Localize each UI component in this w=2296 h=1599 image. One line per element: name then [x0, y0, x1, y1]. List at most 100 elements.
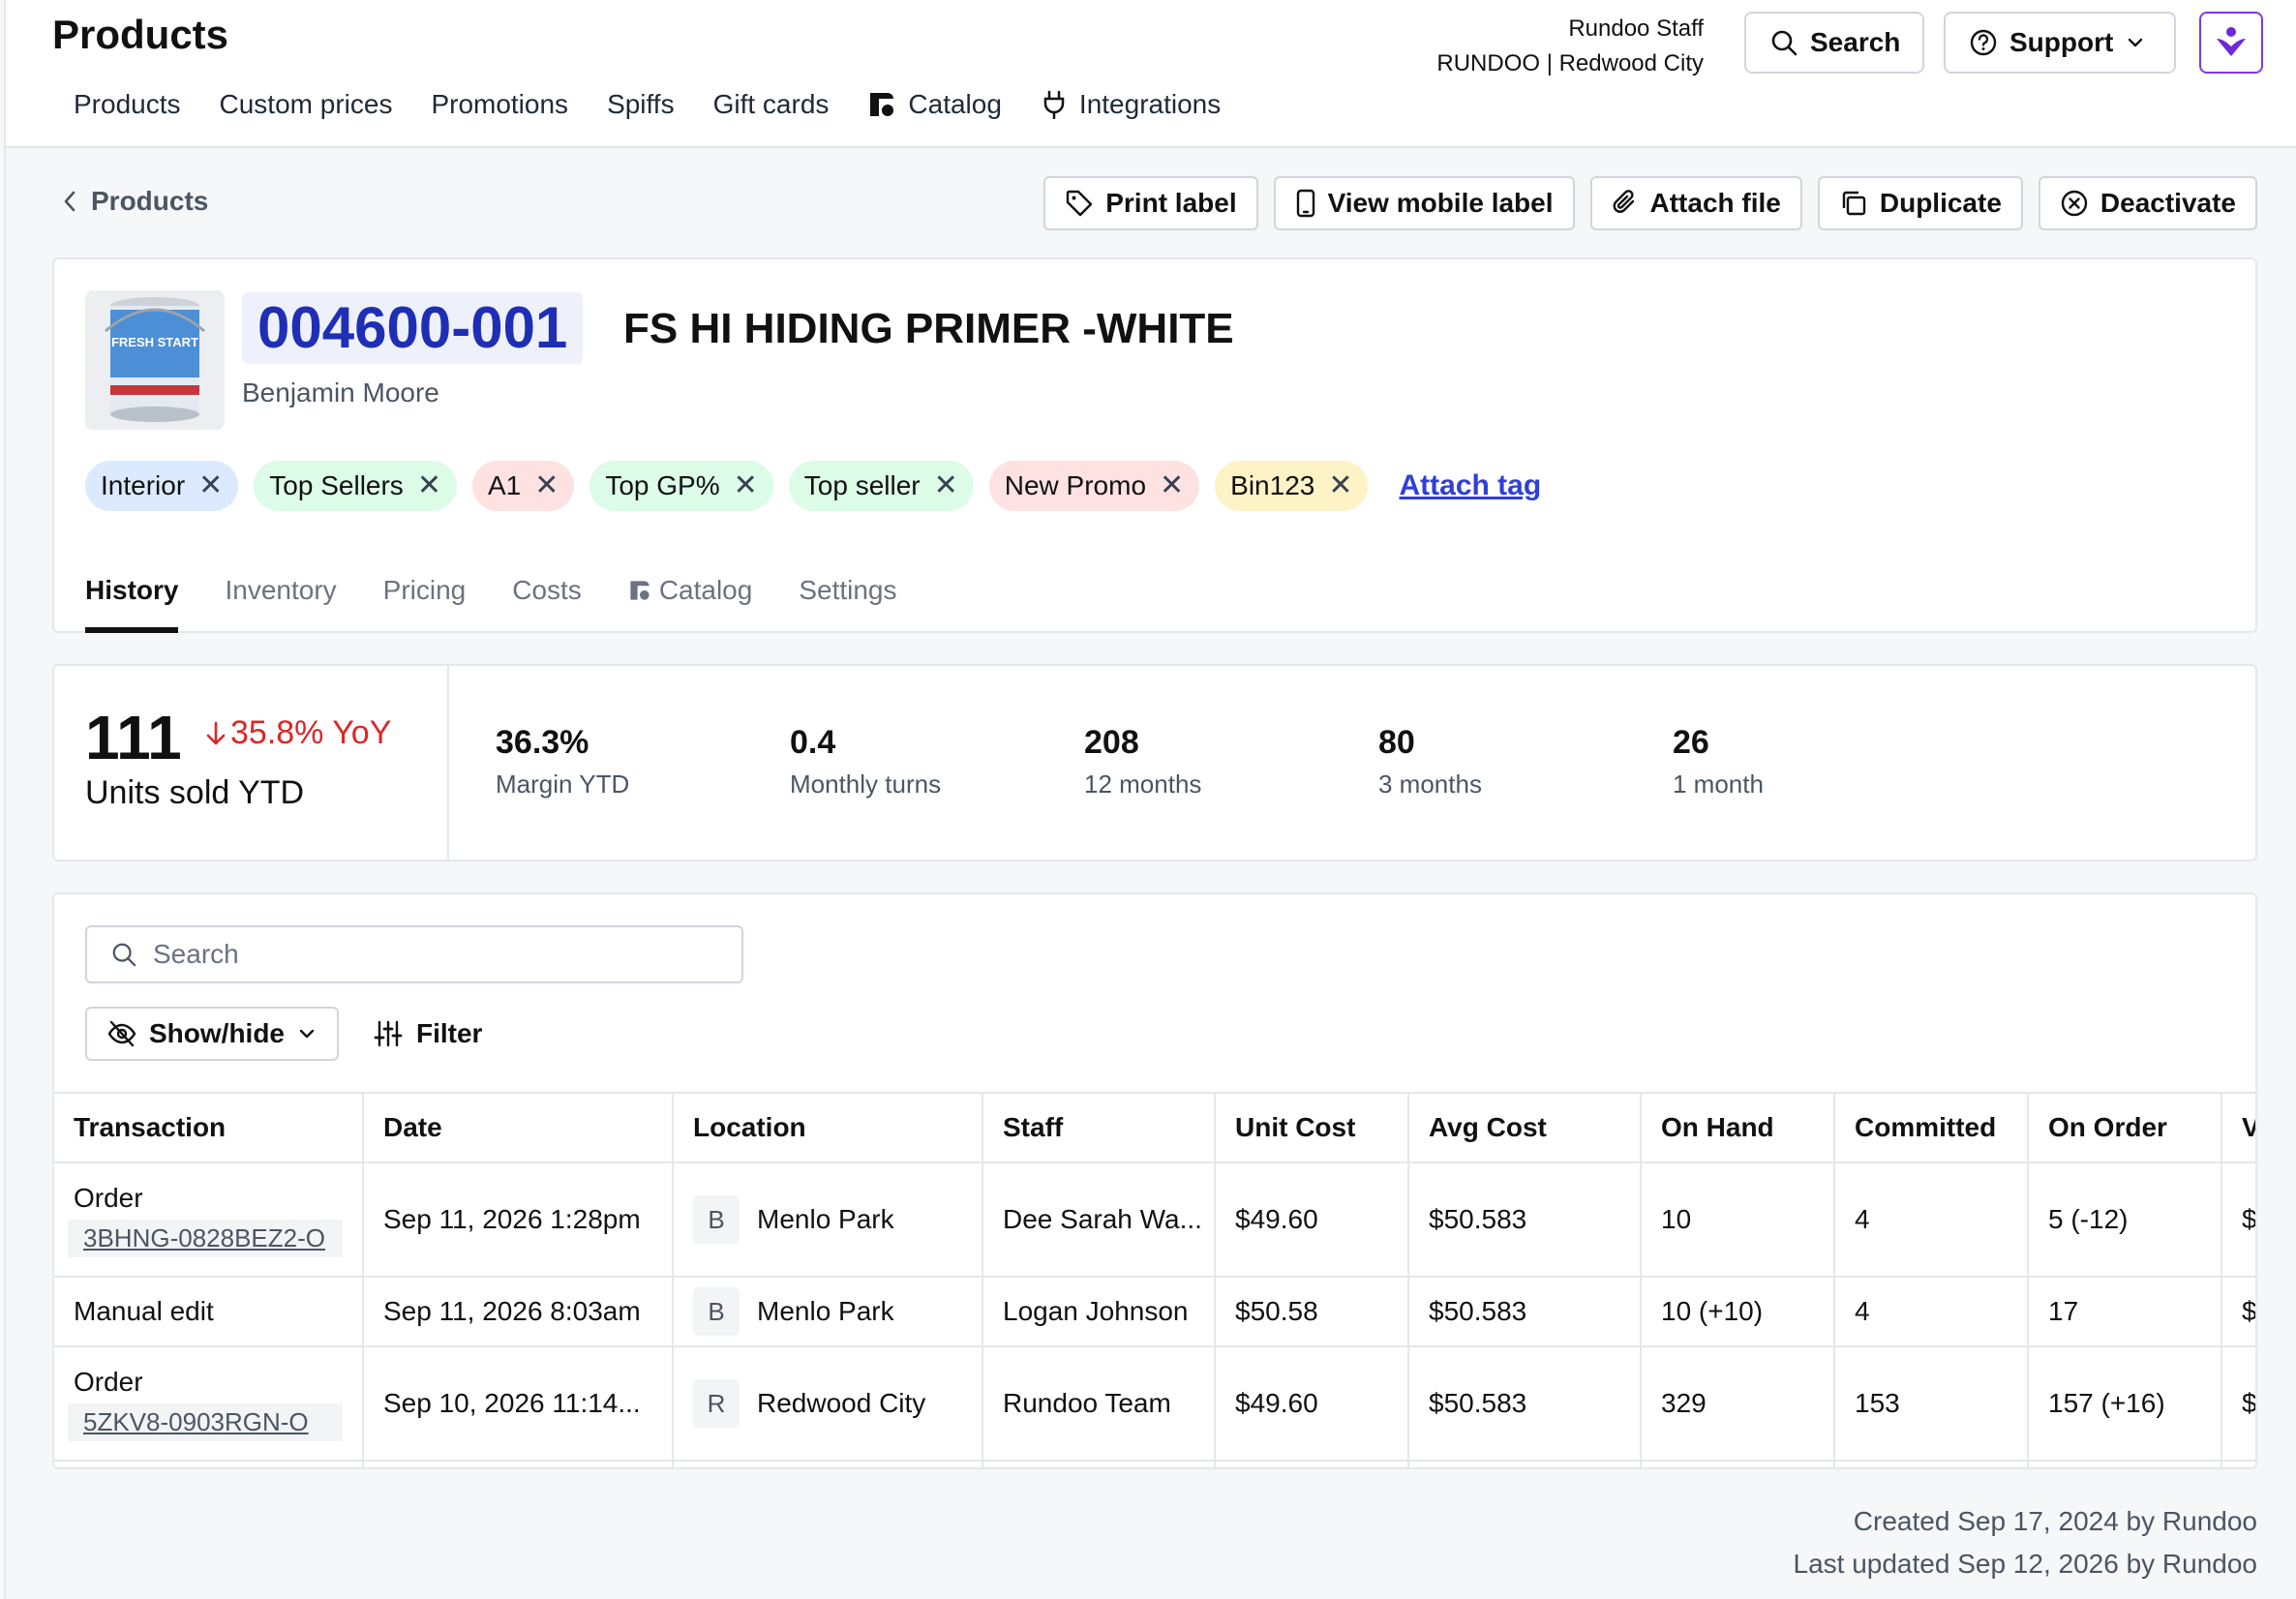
filter-button[interactable]: Filter [374, 1007, 482, 1061]
updated-info: Last updated Sep 12, 2026 by Rundoo [1793, 1549, 2258, 1579]
cell-transaction: Manual edit [54, 1278, 364, 1345]
remove-tag-icon[interactable]: ✕ [734, 471, 758, 500]
nav-label: Gift cards [712, 89, 830, 119]
table-row[interactable]: Manual edit Sep 11, 2026 8:03am B Menlo … [54, 1276, 2255, 1345]
chevron-down-icon [296, 1023, 317, 1044]
column-header-unit-cost[interactable]: Unit Cost [1216, 1094, 1409, 1162]
history-table-card: Search Show/hide Filter Transaction Date… [52, 892, 2257, 1469]
cell-staff: Rundoo Team [983, 1347, 1216, 1460]
nav-custom-prices[interactable]: Custom prices [200, 85, 412, 124]
table-search-input[interactable]: Search [85, 925, 743, 983]
tab-label: Settings [799, 575, 897, 605]
tab-label: Pricing [382, 575, 467, 605]
stat-value: 26 [1673, 724, 1709, 761]
tab-settings[interactable]: Settings [799, 561, 896, 619]
support-button[interactable]: Support [1944, 12, 2176, 74]
created-info: Created Sep 17, 2024 by Rundoo [1853, 1506, 2257, 1536]
deactivate-button[interactable]: Deactivate [2038, 176, 2257, 230]
remove-tag-icon[interactable]: ✕ [534, 471, 559, 500]
column-header-location[interactable]: Location [674, 1094, 983, 1162]
cell-committed: 4 [1835, 1163, 2029, 1276]
order-link[interactable]: 3BHNG-0828BEZ2-O [68, 1219, 343, 1257]
cell-date: Sep 11, 2026 8:03am [364, 1278, 674, 1345]
location-badge: B [693, 1287, 740, 1336]
remove-tag-icon[interactable]: ✕ [934, 471, 958, 500]
location-name: Menlo Park [757, 1204, 894, 1234]
sliders-icon [374, 1019, 403, 1048]
stat-value: 80 [1378, 724, 1415, 761]
remove-tag-icon[interactable]: ✕ [198, 471, 223, 500]
tab-costs[interactable]: Costs [512, 561, 582, 619]
main-nav: Products Custom prices Promotions Spiffs… [54, 85, 1240, 124]
app-title: Products [52, 12, 229, 57]
tag-chip: A1 ✕ [471, 461, 575, 511]
remove-tag-icon[interactable]: ✕ [1328, 471, 1352, 500]
show-hide-columns-button[interactable]: Show/hide [85, 1007, 339, 1061]
cell-on-order: 17 [2029, 1278, 2222, 1345]
transaction-type: Manual edit [74, 1296, 214, 1326]
product-tabs: History Inventory Pricing Costs Catalog … [85, 561, 897, 635]
nav-catalog[interactable]: Catalog [848, 85, 1021, 124]
view-mobile-label-button[interactable]: View mobile label [1273, 176, 1575, 230]
column-header-avg-cost[interactable]: Avg Cost [1409, 1094, 1642, 1162]
column-header-on-hand[interactable]: On Hand [1642, 1094, 1835, 1162]
nav-label: Catalog [908, 89, 1002, 119]
cell-on-order: 157 (+16) [2029, 1347, 2222, 1460]
account-avatar-button[interactable] [2199, 12, 2263, 74]
search-button-label: Search [1810, 27, 1901, 57]
cell-empty [674, 1462, 983, 1467]
cell-avg-cost: $50.583 [1409, 1163, 1642, 1276]
tag-label: Top Sellers [269, 470, 404, 500]
tag-chip: Bin123 ✕ [1215, 461, 1369, 511]
breadcrumb-back[interactable]: Products [60, 186, 208, 217]
stat-label: Monthly turns [790, 769, 942, 799]
org-name: RUNDOO | Redwood City [1436, 50, 1704, 76]
table-row[interactable]: Order 3BHNG-0828BEZ2-O Sep 11, 2026 1:28… [54, 1162, 2257, 1276]
cell-staff: Logan Johnson [983, 1278, 1216, 1345]
yoy-text: 35.8% YoY [230, 714, 392, 751]
cell-location: B Menlo Park [674, 1163, 983, 1276]
record-footer: Created Sep 17, 2024 by Rundoo Last upda… [1794, 1500, 2258, 1585]
tab-catalog[interactable]: Catalog [628, 561, 752, 619]
nav-label: Products [74, 89, 181, 119]
brand-logo-icon [2214, 25, 2249, 60]
nav-promotions[interactable]: Promotions [411, 85, 588, 124]
cell-avg-cost: $50.583 [1409, 1278, 1642, 1345]
tab-pricing[interactable]: Pricing [383, 561, 467, 619]
stat-12-months: 208 12 months [1084, 724, 1201, 800]
cell-empty [983, 1462, 1216, 1467]
tab-history[interactable]: History [85, 561, 179, 633]
cell-truncated: $ [2242, 1204, 2257, 1234]
chevron-down-icon [2125, 32, 2146, 53]
column-header-staff[interactable]: Staff [983, 1094, 1216, 1162]
search-button[interactable]: Search [1744, 12, 1924, 74]
nav-integrations[interactable]: Integrations [1021, 85, 1240, 124]
tag-label: Bin123 [1230, 470, 1315, 500]
stat-value: 36.3% [496, 724, 589, 761]
nav-products[interactable]: Products [54, 85, 200, 124]
column-header-transaction[interactable]: Transaction [54, 1094, 364, 1162]
nav-gift-cards[interactable]: Gift cards [694, 85, 849, 124]
tag-chip: Top seller ✕ [788, 461, 974, 511]
column-header-committed[interactable]: Committed [1835, 1094, 2029, 1162]
attach-file-button[interactable]: Attach file [1589, 176, 1802, 230]
print-label-button[interactable]: Print label [1043, 176, 1258, 230]
nav-label: Custom prices [219, 89, 393, 119]
location-badge: R [693, 1379, 740, 1428]
column-header-on-order[interactable]: On Order [2029, 1094, 2222, 1162]
catalog-icon [867, 90, 896, 119]
attach-tag-link[interactable]: Attach tag [1399, 469, 1541, 502]
nav-spiffs[interactable]: Spiffs [588, 85, 694, 124]
table-row[interactable]: Order 5ZKV8-0903RGN-O Sep 10, 2026 11:14… [54, 1345, 2255, 1460]
cell-empty [2029, 1462, 2222, 1467]
duplicate-button[interactable]: Duplicate [1817, 176, 2023, 230]
top-bar: Products Products Custom prices Promotio… [6, 0, 2296, 148]
tab-inventory[interactable]: Inventory [225, 561, 336, 619]
remove-tag-icon[interactable]: ✕ [417, 471, 441, 500]
cell-on-hand: 10 [1642, 1163, 1835, 1276]
column-header-date[interactable]: Date [364, 1094, 674, 1162]
column-header-truncated[interactable]: V [2222, 1094, 2255, 1162]
remove-tag-icon[interactable]: ✕ [1160, 471, 1184, 500]
help-circle-icon [1969, 28, 1998, 57]
order-link[interactable]: 5ZKV8-0903RGN-O [68, 1403, 343, 1441]
